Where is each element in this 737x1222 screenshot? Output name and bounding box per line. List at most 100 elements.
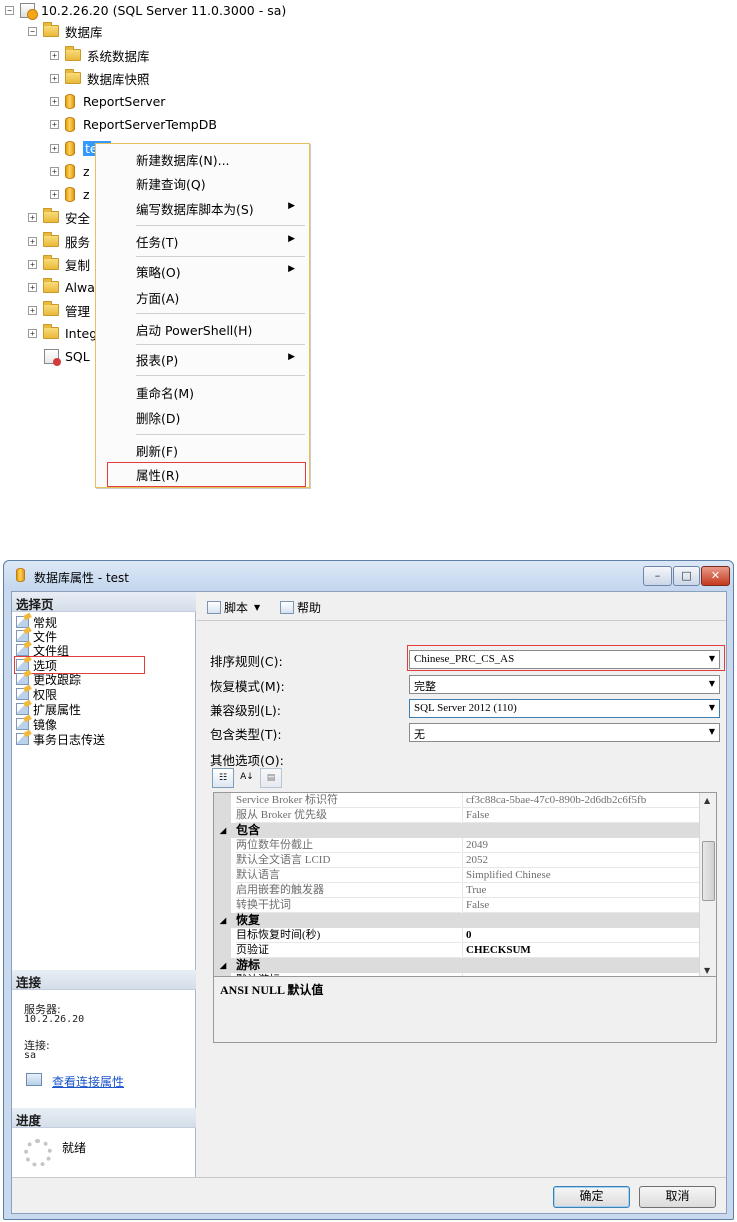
ok-button[interactable]: 确定 [553,1186,630,1208]
expand-icon[interactable]: + [28,305,37,315]
highlight-box [107,462,306,487]
dialog-button-bar: 确定 取消 [12,1177,726,1213]
expand-icon[interactable]: + [28,236,37,246]
collapse-icon[interactable]: − [28,26,37,36]
grid-category-row[interactable]: ◢ 游标 [214,958,701,973]
expand-icon[interactable]: + [28,259,37,269]
help-button[interactable]: 帮助 [280,599,321,616]
minimize-button[interactable]: – [643,566,672,586]
property-grid[interactable]: Service Broker 标识符 cf3c88ca-5bae-47c0-890… [213,792,717,977]
expand-icon[interactable]: + [28,212,37,222]
scroll-thumb[interactable] [702,841,715,901]
menu-item-refresh[interactable]: 刷新(F) [96,439,309,461]
menu-separator [136,344,305,345]
expand-icon[interactable]: + [50,119,59,129]
menu-item-facets[interactable]: 方面(A) [96,286,309,308]
tree-label-databases: 数据库 [65,24,103,40]
grid-property-row[interactable]: 页验证 CHECKSUM [214,943,701,958]
expand-icon[interactable]: + [28,282,37,292]
tree-node-reportserver[interactable]: + ReportServer [50,91,165,111]
grid-property-row[interactable]: 目标恢复时间(秒) 0 [214,928,701,943]
categorized-icon[interactable]: ☷ [212,768,234,788]
menu-item-script-database-as[interactable]: 编写数据库脚本为(S) ▶ [96,197,309,219]
cancel-button[interactable]: 取消 [639,1186,716,1208]
collapse-icon[interactable]: − [5,5,14,15]
expand-icon[interactable]: + [50,189,59,199]
property-name: 两位数年份截止 [236,838,461,853]
database-icon [65,163,75,179]
tree-node-security[interactable]: + 安全 [28,207,90,227]
tree-node-replication[interactable]: + 复制 [28,254,90,274]
grid-property-row[interactable]: 转换干扰词 False [214,898,701,913]
menu-item-tasks[interactable]: 任务(T) ▶ [96,230,309,252]
options-page: 脚本 ▼ 帮助 排序规则(C): Chinese_PRC_CS_AS ▼ 恢复模式… [197,592,726,1177]
collapse-category-icon[interactable]: ◢ [220,961,226,970]
close-button[interactable]: ✕ [701,566,730,586]
title-bar[interactable]: 数据库属性 - test – □ ✕ [4,561,733,591]
menu-item-policies[interactable]: 策略(O) ▶ [96,260,309,282]
tree-node-management[interactable]: + 管理 [28,300,90,320]
expand-icon[interactable]: + [50,50,59,60]
property-value: 2052 [462,853,701,868]
tree-node-integration[interactable]: + Integ [28,323,97,343]
grid-property-row[interactable]: 默认语言 Simplified Chinese [214,868,701,883]
page-extended-properties[interactable]: 扩展属性 [16,702,81,717]
menu-item-new-database[interactable]: 新建数据库(N)... [96,148,309,170]
property-pages-icon[interactable]: ▤ [260,768,282,788]
sort-alphabetical-icon[interactable]: A↓ [237,768,257,788]
tree-label-z2: z [83,186,90,202]
expand-icon[interactable]: + [50,96,59,106]
page-permissions[interactable]: 权限 [16,687,57,702]
tree-node-sql-agent[interactable]: SQL [44,346,90,366]
menu-item-rename[interactable]: 重命名(M) [96,381,309,403]
tree-node-databases[interactable]: − 数据库 [28,21,103,41]
grid-property-row[interactable]: 服从 Broker 优先级 False [214,808,701,823]
page-filegroups[interactable]: 文件组 [16,643,69,658]
expand-icon[interactable]: + [50,143,59,153]
property-name: 启用嵌套的触发器 [236,883,461,898]
script-button[interactable]: 脚本 ▼ [207,599,260,616]
tree-node-server[interactable]: − 10.2.26.20 (SQL Server 11.0.3000 - sa) [5,0,286,20]
tree-node-alwayson[interactable]: + Alwa [28,277,95,297]
server-icon [20,2,38,20]
menu-item-new-query[interactable]: 新建查询(Q) [96,172,309,194]
containment-type-label: 包含类型(T): [210,727,282,742]
grid-property-row[interactable]: Service Broker 标识符 cf3c88ca-5bae-47c0-890… [214,793,701,808]
collapse-category-icon[interactable]: ◢ [220,826,226,835]
scroll-up-icon[interactable]: ▲ [704,796,710,805]
grid-scrollbar[interactable]: ▲ ▼ [699,793,716,976]
view-connection-properties-link[interactable]: 查看连接属性 [52,1073,124,1090]
page-log-shipping[interactable]: 事务日志传送 [16,732,105,747]
expand-icon[interactable]: + [50,166,59,176]
grid-property-row[interactable]: 启用嵌套的触发器 True [214,883,701,898]
menu-separator [136,375,305,376]
menu-label: 编写数据库脚本为(S) [136,201,254,217]
sql-agent-icon [44,348,61,366]
menu-label: 新建数据库(N)... [136,152,230,168]
page-mirroring[interactable]: 镜像 [16,717,57,732]
menu-item-start-powershell[interactable]: 启动 PowerShell(H) [96,318,309,340]
tree-node-system-databases[interactable]: + 系统数据库 [50,45,150,65]
expand-icon[interactable]: + [28,328,37,338]
collapse-category-icon[interactable]: ◢ [220,916,226,925]
page-change-tracking[interactable]: 更改跟踪 [16,672,81,687]
grid-property-row[interactable]: 两位数年份截止 2049 [214,838,701,853]
menu-item-reports[interactable]: 报表(P) ▶ [96,348,309,370]
expand-icon[interactable]: + [50,73,59,83]
tree-node-reportservertempdb[interactable]: + ReportServerTempDB [50,114,217,134]
tree-node-server-objects[interactable]: + 服务 [28,231,90,251]
tree-node-snapshots[interactable]: + 数据库快照 [50,68,150,88]
compatibility-level-select[interactable]: SQL Server 2012 (110) ▼ [409,699,720,718]
tree-node-z1[interactable]: + z [50,161,90,181]
recovery-model-select[interactable]: 完整 ▼ [409,675,720,694]
grid-property-row[interactable]: 默认全文语言 LCID 2052 [214,853,701,868]
folder-icon [43,22,59,37]
scroll-down-icon[interactable]: ▼ [704,966,710,975]
maximize-button[interactable]: □ [673,566,700,586]
tree-node-z2[interactable]: + z [50,184,90,204]
property-name: 目标恢复时间(秒) [236,928,461,943]
grid-category-row[interactable]: ◢ 恢复 [214,913,701,928]
menu-item-delete[interactable]: 删除(D) [96,406,309,428]
containment-type-select[interactable]: 无 ▼ [409,723,720,742]
grid-category-row[interactable]: ◢ 包含 [214,823,701,838]
